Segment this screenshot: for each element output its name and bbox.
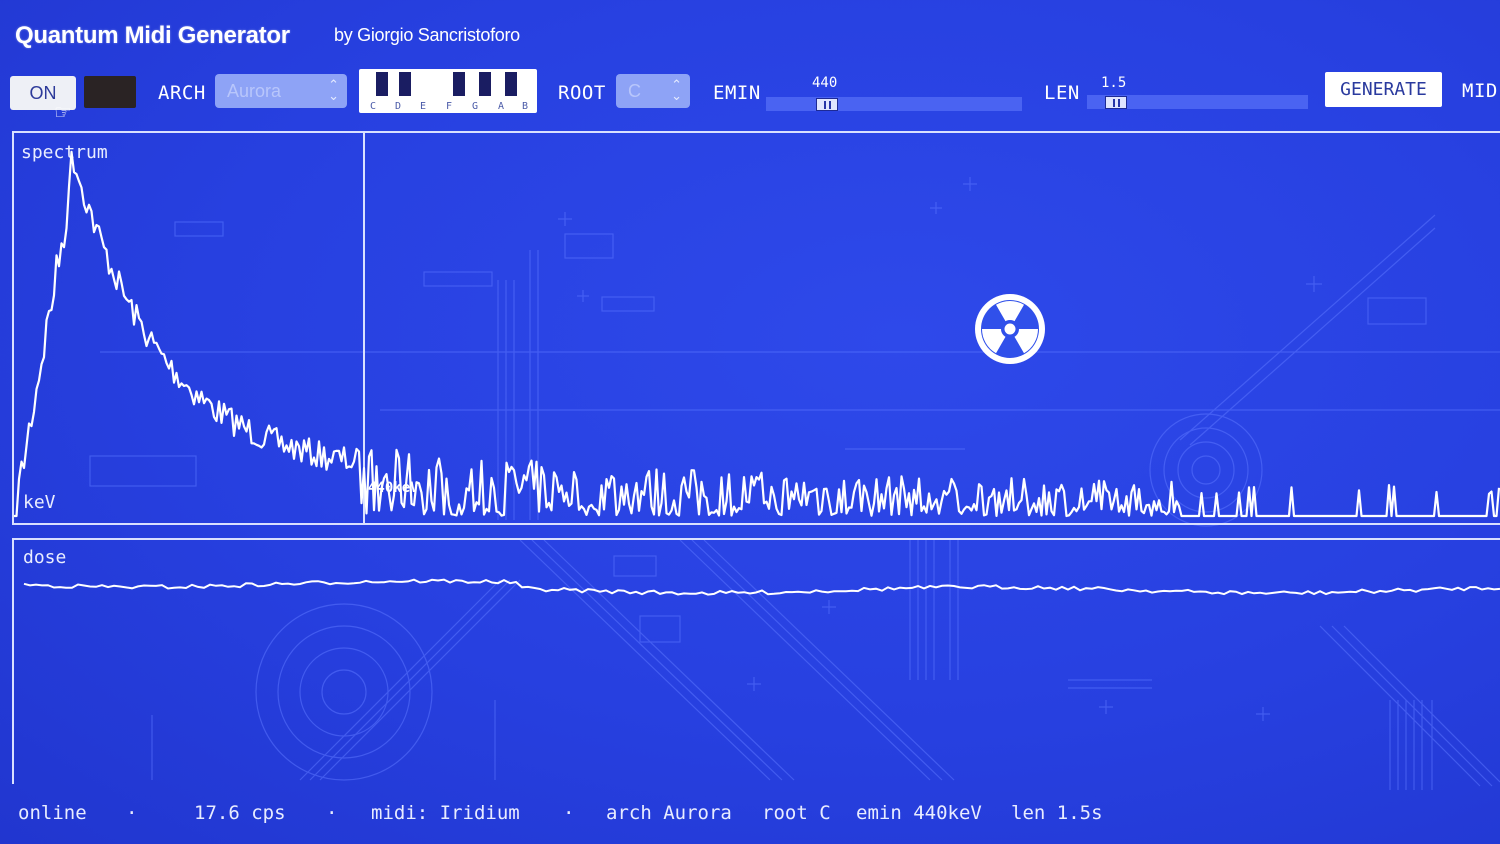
- spectrum-line: [14, 150, 1500, 518]
- status-separator: ·: [326, 802, 338, 824]
- status-connection: online: [18, 802, 87, 824]
- status-midi: midi: Iridium: [371, 802, 520, 824]
- status-root: root C: [762, 802, 831, 824]
- status-emin: emin 440keV: [856, 802, 982, 824]
- status-separator: ·: [126, 802, 138, 824]
- status-rate: 17.6 cps: [194, 802, 286, 824]
- radiation-icon: [975, 294, 1045, 364]
- dose-panel: [12, 538, 1500, 784]
- status-arch: arch Aurora: [606, 802, 732, 824]
- dose-label: dose: [23, 547, 67, 568]
- status-separator: ·: [563, 802, 575, 824]
- status-len: len 1.5s: [1011, 802, 1103, 824]
